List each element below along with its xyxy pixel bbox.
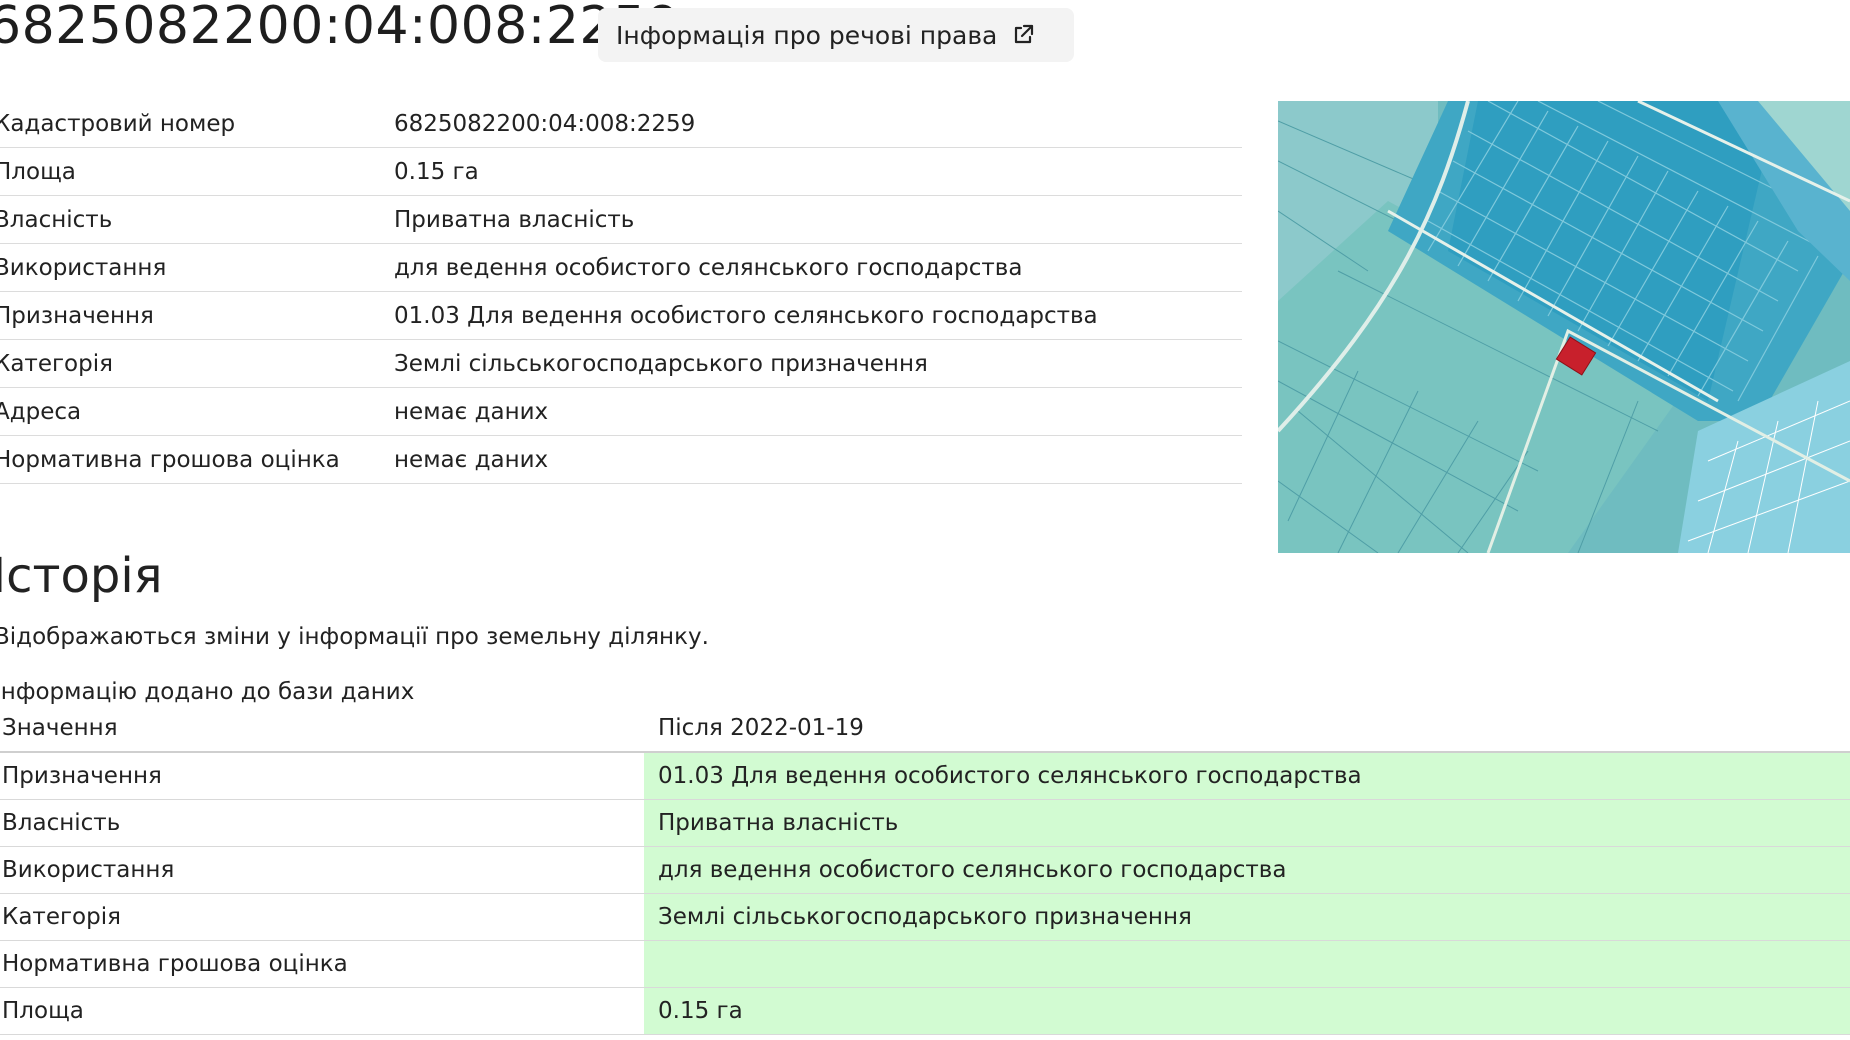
info-value: немає даних (394, 446, 549, 473)
info-value: Приватна власність (394, 206, 635, 233)
history-table: Значення Після 2022-01-19 Призначення 01… (0, 705, 1850, 1035)
history-title: Історія (0, 548, 163, 604)
history-value: 01.03 Для ведення особистого селянського… (644, 753, 1850, 799)
history-row: Площа 0.15 га (0, 988, 1850, 1035)
info-row: Площа 0.15 га (0, 148, 1242, 196)
history-value: Землі сільськогосподарського призначення (644, 894, 1850, 940)
info-value: 01.03 Для ведення особистого селянського… (394, 302, 1098, 329)
info-row: Кадастровий номер 6825082200:04:008:2259 (0, 100, 1242, 148)
info-row: Використання для ведення особистого селя… (0, 244, 1242, 292)
cadastral-map[interactable] (1278, 101, 1850, 553)
history-key: Призначення (2, 763, 162, 789)
info-key: Площа (0, 158, 76, 185)
info-row: Адреса немає даних (0, 388, 1242, 436)
history-value: для ведення особистого селянського госпо… (644, 847, 1850, 893)
info-value: 6825082200:04:008:2259 (394, 110, 696, 137)
history-row: Категорія Землі сільськогосподарського п… (0, 894, 1850, 941)
history-row: Нормативна грошова оцінка (0, 941, 1850, 988)
history-key: Використання (2, 857, 175, 883)
history-added-note: Інформацію додано до бази даних (0, 679, 415, 705)
page-title: 6825082200:04:008:2259 (0, 0, 681, 56)
rights-info-button-label: Інформація про речові права (616, 20, 998, 50)
history-row: Призначення 01.03 Для ведення особистого… (0, 753, 1850, 800)
history-key: Нормативна грошова оцінка (2, 951, 348, 977)
info-value: 0.15 га (394, 158, 479, 185)
info-key: Категорія (0, 350, 113, 377)
external-link-icon (1011, 23, 1035, 47)
history-row: Власність Приватна власність (0, 800, 1850, 847)
info-row: Нормативна грошова оцінка немає даних (0, 436, 1242, 484)
history-column-value: Після 2022-01-19 (658, 715, 864, 741)
parcel-info-table: Кадастровий номер 6825082200:04:008:2259… (0, 100, 1242, 484)
info-key: Використання (0, 254, 167, 281)
info-key: Власність (0, 206, 113, 233)
info-row: Призначення 01.03 Для ведення особистого… (0, 292, 1242, 340)
info-key: Призначення (0, 302, 154, 329)
history-key: Власність (2, 810, 121, 836)
info-row: Категорія Землі сільськогосподарського п… (0, 340, 1242, 388)
history-value (644, 941, 1850, 987)
history-header-row: Значення Після 2022-01-19 (0, 705, 1850, 753)
history-row: Використання для ведення особистого селя… (0, 847, 1850, 894)
info-value: Землі сільськогосподарського призначення (394, 350, 928, 377)
info-value: для ведення особистого селянського госпо… (394, 254, 1023, 281)
info-key: Адреса (0, 398, 82, 425)
history-column-key: Значення (2, 715, 118, 741)
info-key: Нормативна грошова оцінка (0, 446, 340, 473)
history-key: Площа (2, 998, 84, 1024)
info-key: Кадастровий номер (0, 110, 236, 137)
history-value: 0.15 га (644, 988, 1850, 1034)
info-value: немає даних (394, 398, 549, 425)
rights-info-button[interactable]: Інформація про речові права (598, 8, 1074, 62)
history-subtitle: Відображаються зміни у інформації про зе… (0, 624, 709, 650)
history-key: Категорія (2, 904, 121, 930)
history-value: Приватна власність (644, 800, 1850, 846)
info-row: Власність Приватна власність (0, 196, 1242, 244)
